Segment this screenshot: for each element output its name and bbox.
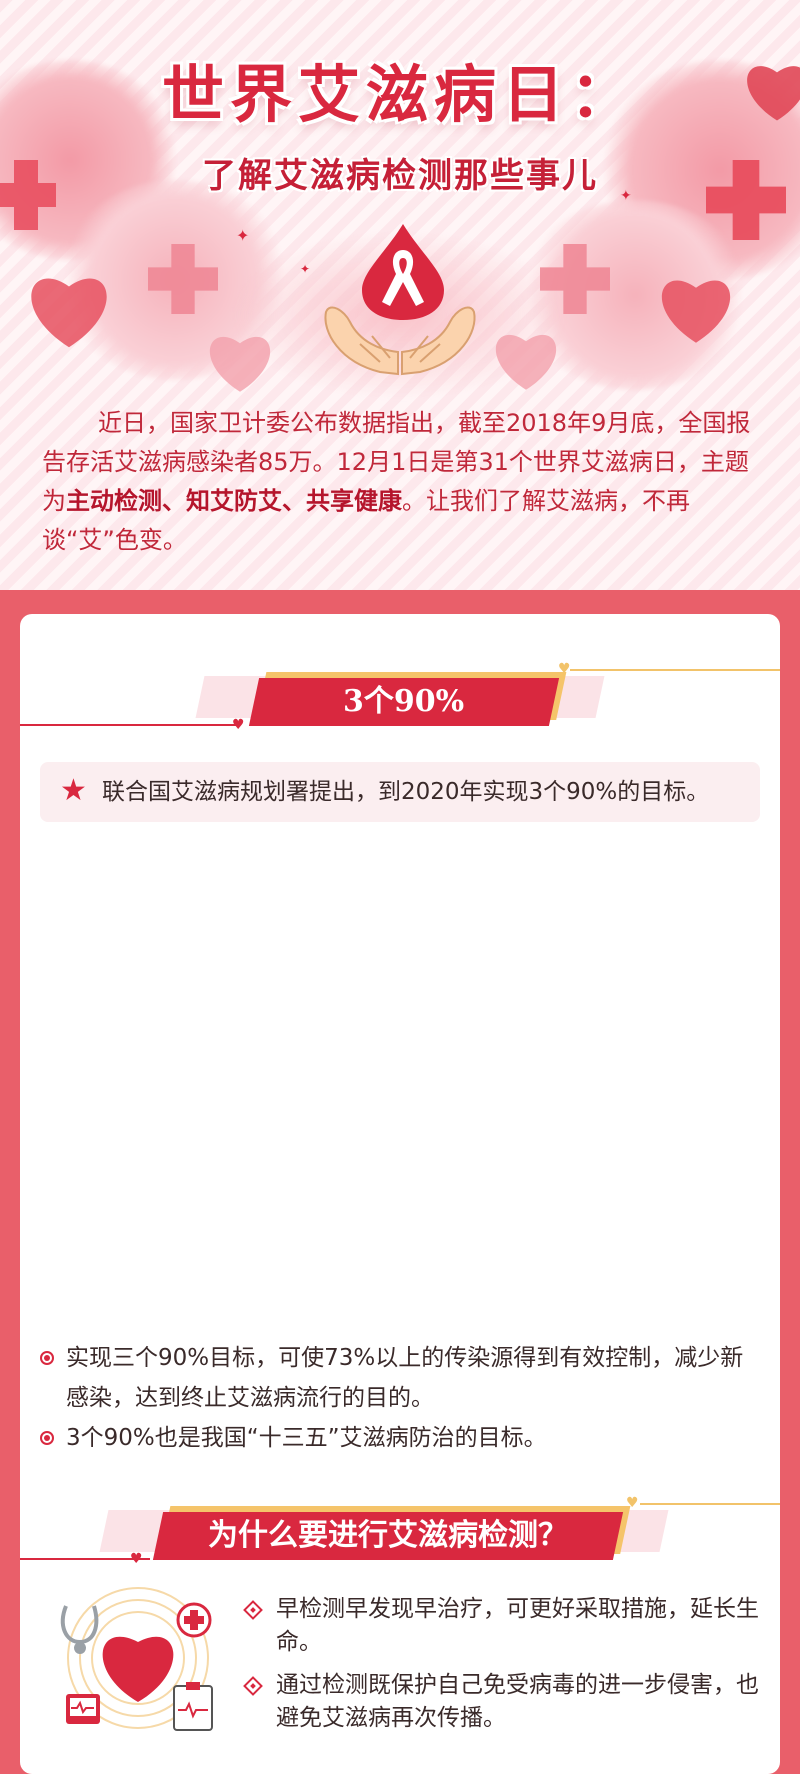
page-title: 世界艾滋病日： <box>161 58 638 131</box>
page-subtitle: 了解艾滋病检测那些事儿 <box>202 156 598 196</box>
bullet-dot-icon <box>40 1431 54 1445</box>
bullet-diamond-icon <box>243 1676 263 1696</box>
banner-line-right <box>570 669 780 671</box>
section2-reasons: 早检测早发现早治疗，可更好采取措施，延长生命。 通过检测既保护自己免受病毒的进一… <box>243 1593 764 1745</box>
list-item-text: 实现三个90%目标，可使73%以上的传染源得到有效控制，减少新感染，达到终止艾滋… <box>66 1345 744 1411</box>
stethoscope-icon <box>60 1605 99 1654</box>
heart-icon <box>31 278 107 348</box>
small-heart-icon: ♥ <box>130 1551 143 1567</box>
intro-paragraph: 近日，国家卫计委公布数据指出，截至2018年9月底，全国报告存活艾滋病感染者85… <box>42 404 756 560</box>
list-item-text: 通过检测既保护自己免受病毒的进一步侵害，也避免艾滋病再次传播。 <box>276 1672 759 1731</box>
heart-icon <box>209 336 271 392</box>
list-item: 3个90%也是我国“十三五”艾滋病防治的目标。 <box>40 1418 750 1458</box>
heart-monitor-icon <box>66 1694 100 1724</box>
medical-cross-icon <box>176 1602 212 1638</box>
header-banner: ✦ ✦ ✦ 世界艾滋病日： 了解艾滋病检测那些事儿 近日，国家卫计委公布数据指出… <box>0 0 800 590</box>
hands-icon <box>324 306 476 376</box>
small-heart-icon: ♥ <box>558 661 571 677</box>
section2-heading: 为什么要进行艾滋病检测？ <box>152 1512 624 1560</box>
medical-chart-icon <box>173 1682 213 1731</box>
medical-cross-icon <box>148 244 218 314</box>
list-item: 早检测早发现早治疗，可更好采取措施，延长生命。 <box>243 1593 764 1659</box>
sparkle-icon: ✦ <box>300 262 311 276</box>
banner-line-right <box>640 1503 780 1505</box>
heart-icon <box>661 280 731 343</box>
section1-heading-text: 3个90% <box>343 684 465 719</box>
bullet-diamond-icon <box>243 1600 263 1620</box>
medical-cross-icon <box>540 244 610 314</box>
list-item-text: 早检测早发现早治疗，可更好采取措施，延长生命。 <box>276 1596 759 1655</box>
star-icon: ★ <box>60 773 87 808</box>
small-heart-icon: ♥ <box>626 1495 639 1511</box>
section1-note: ★ 联合国艾滋病规划署提出，到2020年实现3个90%的目标。 <box>40 762 760 822</box>
section2-heading-text: 为什么要进行艾滋病检测？ <box>208 1518 568 1553</box>
banner-line-left <box>20 724 240 726</box>
small-heart-icon: ♥ <box>232 717 245 733</box>
section1-note-text: 联合国艾滋病规划署提出，到2020年实现3个90%的目标。 <box>102 779 710 805</box>
list-item: 实现三个90%目标，可使73%以上的传染源得到有效控制，减少新感染，达到终止艾滋… <box>40 1338 750 1418</box>
sparkle-icon: ✦ <box>236 226 250 245</box>
medical-illustration <box>60 1587 213 1731</box>
list-item: 通过检测既保护自己免受病毒的进一步侵害，也避免艾滋病再次传播。 <box>243 1669 764 1735</box>
heart-icon <box>495 334 557 390</box>
list-item-text: 3个90%也是我国“十三五”艾滋病防治的目标。 <box>66 1425 547 1451</box>
bullet-dot-icon <box>40 1351 54 1365</box>
section1-heading: 3个90% <box>248 678 560 726</box>
section1-bullets: 实现三个90%目标，可使73%以上的传染源得到有效控制，减少新感染，达到终止艾滋… <box>40 1338 750 1458</box>
intro-theme-highlight: 主动检测、知艾防艾、共享健康 <box>66 487 402 515</box>
heart-icon <box>102 1636 174 1702</box>
